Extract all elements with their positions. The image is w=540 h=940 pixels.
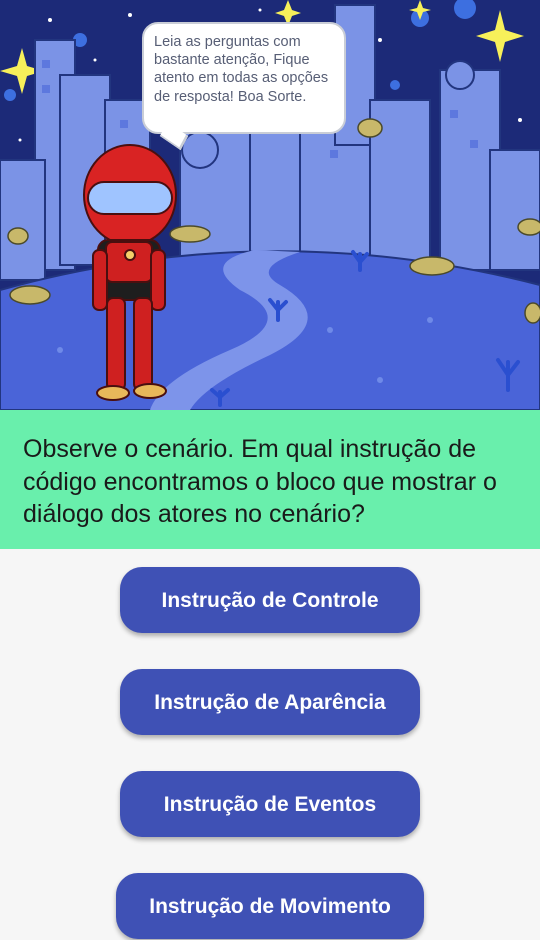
answer-button-movimento[interactable]: Instrução de Movimento <box>116 873 424 939</box>
question-panel: Observe o cenário. Em qual instrução de … <box>0 410 540 549</box>
speech-bubble: Leia as perguntas com bastante atenção, … <box>142 22 346 134</box>
answer-button-controle[interactable]: Instrução de Controle <box>120 567 420 633</box>
scene-stage: Leia as perguntas com bastante atenção, … <box>0 0 540 410</box>
question-text: Observe o cenário. Em qual instrução de … <box>23 435 497 528</box>
answer-button-eventos[interactable]: Instrução de Eventos <box>120 771 420 837</box>
answer-button-aparencia[interactable]: Instrução de Aparência <box>120 669 420 735</box>
